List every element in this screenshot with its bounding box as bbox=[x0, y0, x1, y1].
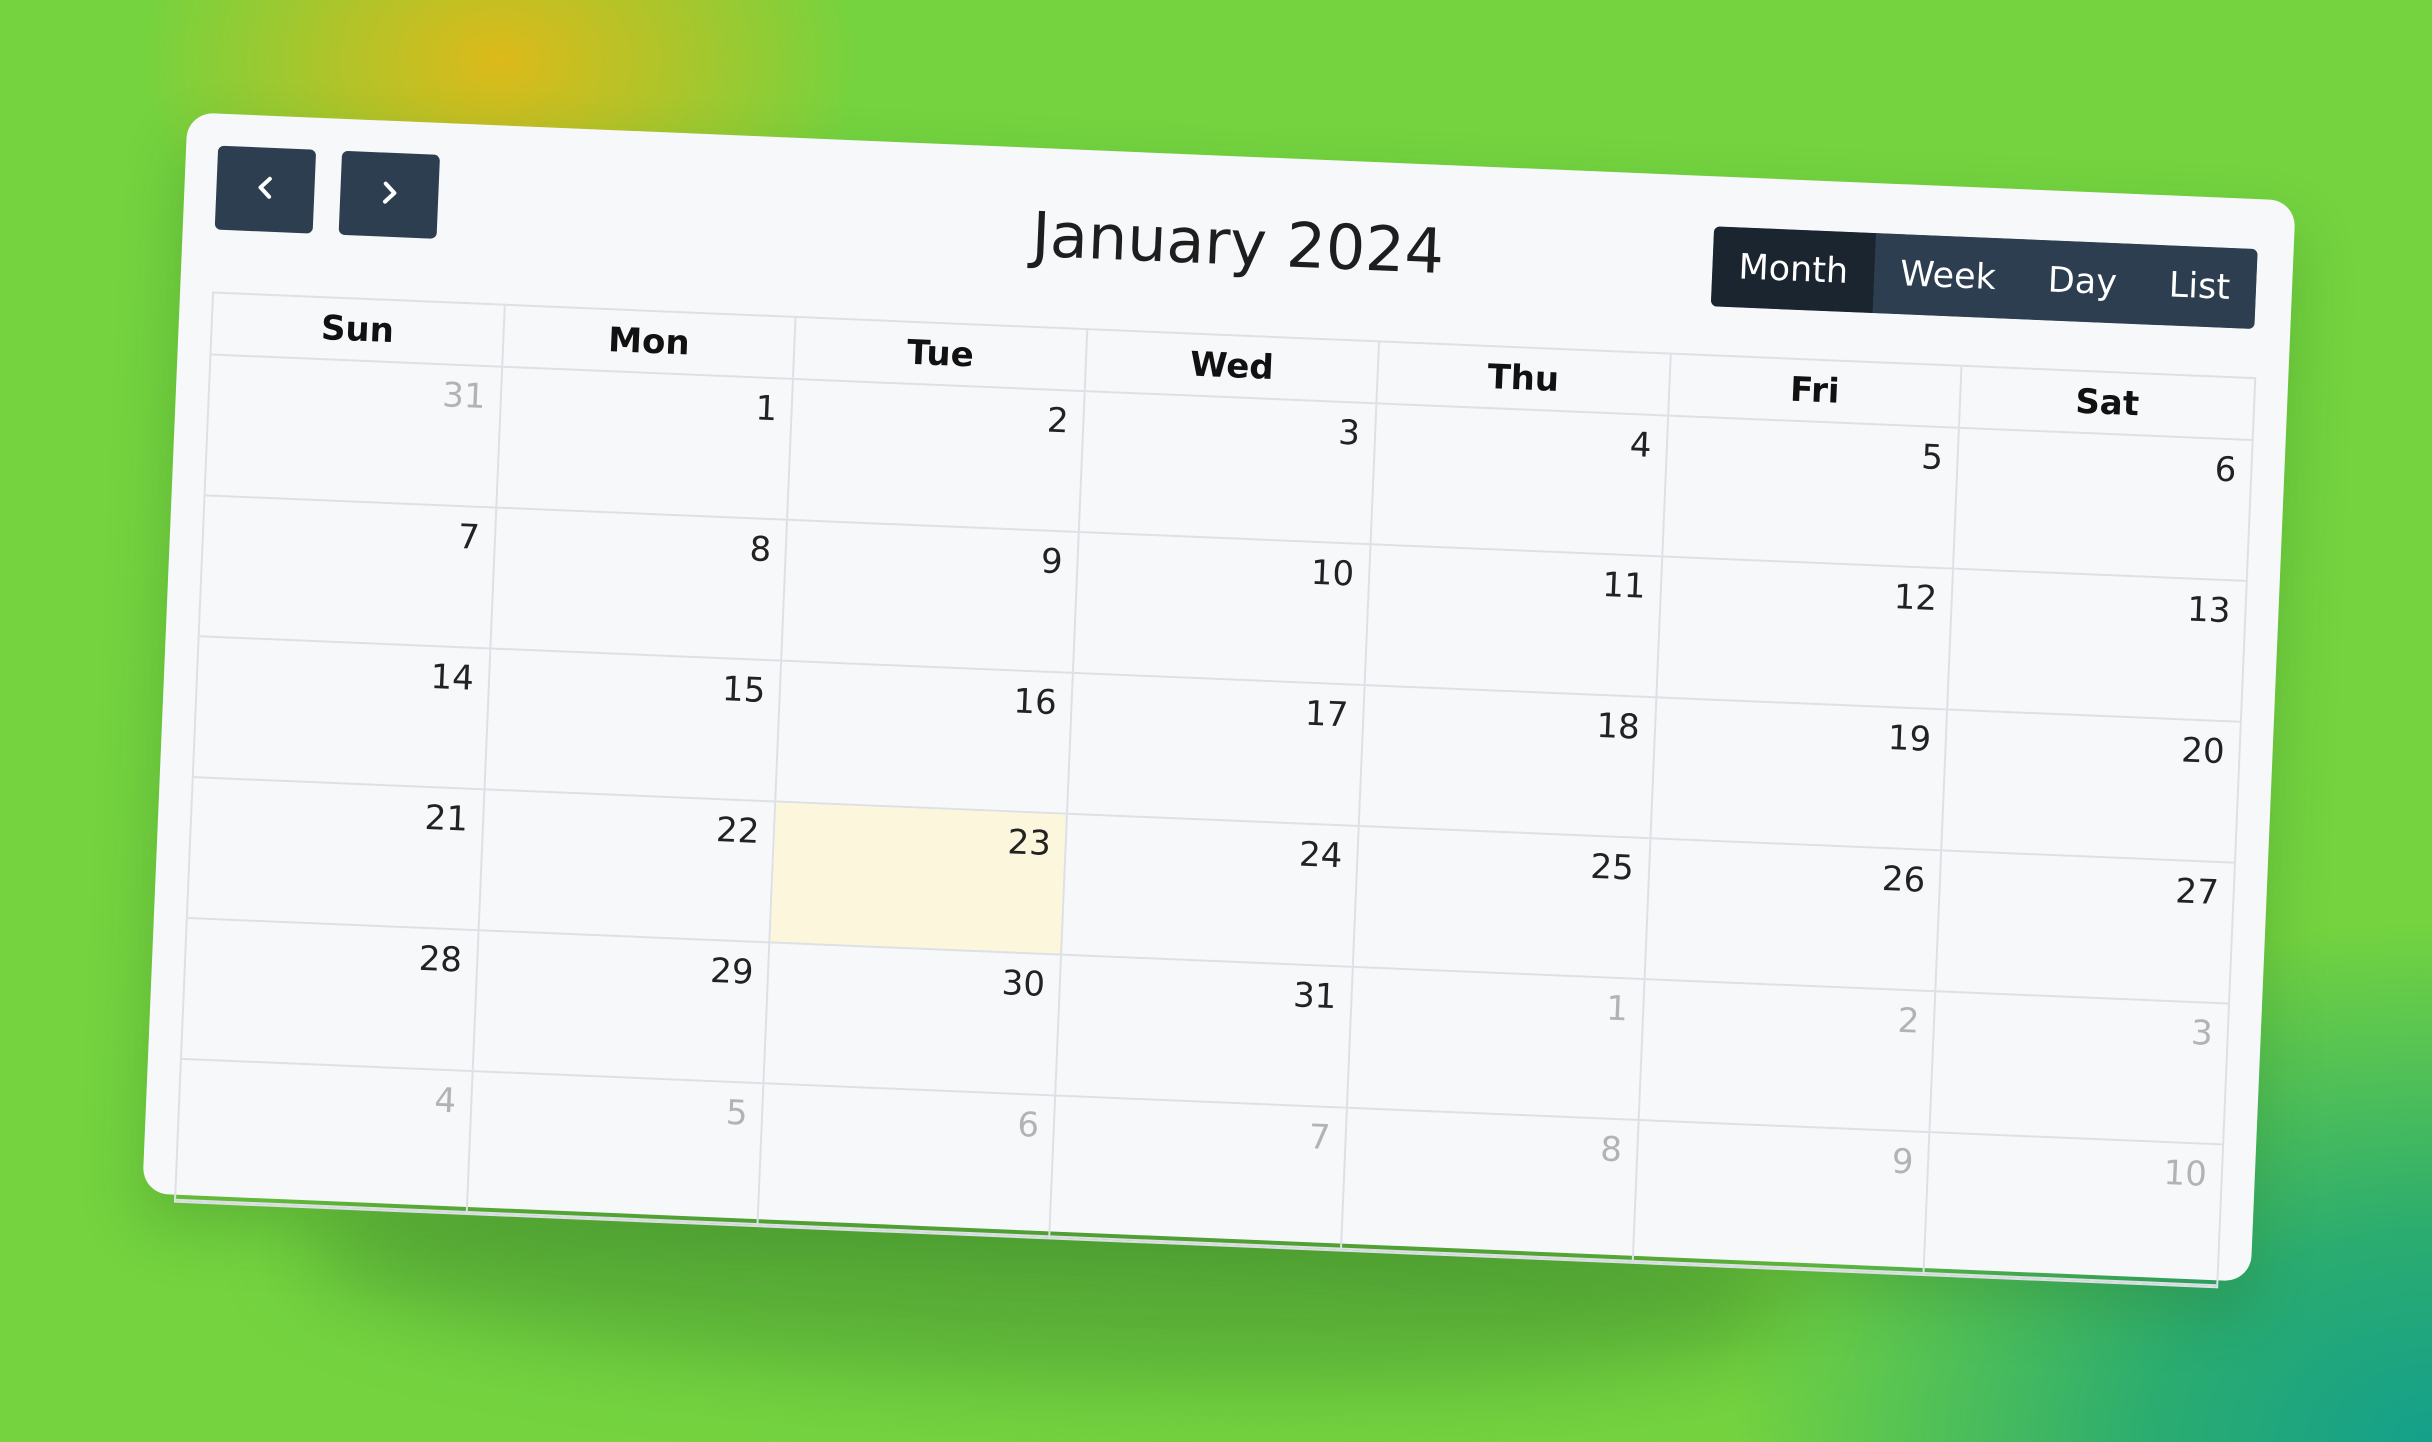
day-cell-other-month[interactable]: 4 bbox=[175, 1059, 474, 1213]
day-number: 8 bbox=[1599, 1129, 1623, 1171]
day-number: 14 bbox=[429, 656, 475, 699]
day-cell[interactable]: 4 bbox=[1371, 404, 1669, 558]
day-cell[interactable]: 5 bbox=[1662, 416, 1961, 570]
day-number: 10 bbox=[1310, 552, 1355, 595]
weekday-mon: Mon bbox=[502, 305, 797, 378]
day-cell[interactable]: 19 bbox=[1650, 698, 1949, 852]
day-cell[interactable]: 2 bbox=[788, 379, 1086, 534]
day-number: 4 bbox=[433, 1080, 457, 1122]
weekday-sun: Sun bbox=[211, 293, 506, 366]
view-day-button[interactable]: Day bbox=[2020, 239, 2145, 325]
day-cell[interactable]: 28 bbox=[181, 919, 480, 1073]
day-number: 9 bbox=[1040, 541, 1064, 583]
day-number: 13 bbox=[2186, 589, 2232, 632]
day-number: 3 bbox=[1337, 412, 1361, 454]
day-number: 22 bbox=[715, 810, 761, 852]
day-number: 10 bbox=[2162, 1152, 2208, 1195]
day-cell[interactable]: 7 bbox=[199, 496, 497, 650]
weekday-sat: Sat bbox=[2074, 381, 2140, 425]
day-number: 29 bbox=[709, 950, 755, 993]
day-number: 6 bbox=[2213, 449, 2238, 491]
day-cell[interactable]: 20 bbox=[1942, 710, 2240, 864]
day-number: 5 bbox=[725, 1092, 749, 1134]
day-number: 28 bbox=[417, 938, 463, 981]
day-cell-today[interactable]: 23 bbox=[770, 802, 1069, 956]
day-number: 24 bbox=[1298, 834, 1344, 877]
day-number: 8 bbox=[748, 529, 773, 571]
day-number: 11 bbox=[1601, 564, 1647, 607]
day-cell[interactable]: 17 bbox=[1068, 673, 1366, 827]
day-cell[interactable]: 15 bbox=[485, 649, 783, 803]
day-number: 18 bbox=[1595, 705, 1641, 748]
day-cell-other-month[interactable]: 31 bbox=[205, 355, 503, 509]
day-number: 7 bbox=[1308, 1117, 1332, 1159]
day-number: 30 bbox=[1000, 963, 1046, 1005]
day-cell[interactable]: 30 bbox=[764, 943, 1063, 1097]
day-number: 12 bbox=[1892, 577, 1938, 619]
day-number: 3 bbox=[2190, 1013, 2214, 1054]
day-cell-other-month[interactable]: 8 bbox=[1341, 1108, 1640, 1262]
day-cell[interactable]: 25 bbox=[1353, 826, 1651, 981]
day-cell-other-month[interactable]: 10 bbox=[1924, 1133, 2223, 1287]
day-number: 20 bbox=[2180, 730, 2226, 773]
day-cell[interactable]: 9 bbox=[782, 520, 1080, 674]
day-number: 7 bbox=[457, 517, 481, 558]
day-number: 17 bbox=[1304, 693, 1350, 736]
day-number: 19 bbox=[1887, 718, 1932, 760]
day-cells: 31 1 2 3 4 5 6 7 8 9 10 11 12 13 14 15 16 17 18 19 20 21 22 23 2… bbox=[175, 355, 2252, 1287]
day-number: 9 bbox=[1890, 1141, 1915, 1183]
day-cell-other-month[interactable]: 2 bbox=[1639, 980, 1937, 1134]
day-cell[interactable]: 1 bbox=[496, 367, 795, 521]
day-cell[interactable]: 27 bbox=[1936, 851, 2234, 1005]
view-list-button[interactable]: List bbox=[2141, 244, 2258, 330]
day-number: 21 bbox=[423, 797, 469, 840]
day-cell[interactable]: 13 bbox=[1948, 569, 2246, 723]
day-number: 2 bbox=[1896, 1000, 1921, 1042]
day-cell[interactable]: 26 bbox=[1645, 839, 1943, 993]
day-number: 2 bbox=[1046, 400, 1070, 442]
view-month-button[interactable]: Month bbox=[1710, 226, 1876, 314]
day-cell[interactable]: 29 bbox=[473, 931, 771, 1085]
day-cell[interactable]: 6 bbox=[1954, 428, 2252, 582]
day-number: 31 bbox=[441, 375, 487, 418]
day-cell[interactable]: 21 bbox=[187, 778, 486, 932]
weekday-tue: Tue bbox=[794, 317, 1089, 391]
day-cell[interactable]: 18 bbox=[1359, 686, 1657, 840]
day-number: 31 bbox=[1292, 975, 1338, 1018]
day-cell-other-month[interactable]: 5 bbox=[467, 1072, 765, 1226]
weekday-fri: Fri bbox=[1668, 354, 1963, 427]
day-cell[interactable]: 11 bbox=[1365, 545, 1663, 699]
day-number: 6 bbox=[1016, 1104, 1040, 1146]
day-number: 26 bbox=[1881, 858, 1927, 901]
day-number: 5 bbox=[1920, 437, 1944, 479]
month-grid: Sun Mon Tue Wed Thu Fri Sat 31 1 2 3 4 5 6 7 8 9 1… bbox=[173, 291, 2257, 1289]
day-number: 1 bbox=[754, 388, 778, 430]
view-switcher: Month Week Day List bbox=[1710, 226, 2258, 330]
day-cell[interactable]: 31 bbox=[1056, 955, 1354, 1109]
day-number: 4 bbox=[1628, 425, 1653, 466]
day-cell[interactable]: 14 bbox=[193, 637, 492, 791]
day-cell-other-month[interactable]: 3 bbox=[1930, 992, 2229, 1146]
weekday-thu: Thu bbox=[1377, 342, 1672, 415]
day-number: 15 bbox=[721, 669, 767, 711]
day-cell-other-month[interactable]: 1 bbox=[1347, 967, 1646, 1121]
calendar-card: January 2024 Month Week Day List Sun Mon… bbox=[142, 112, 2296, 1289]
day-cell[interactable]: 3 bbox=[1079, 392, 1378, 546]
day-cell-other-month[interactable]: 6 bbox=[758, 1084, 1057, 1238]
view-week-button[interactable]: Week bbox=[1872, 233, 2024, 320]
weekday-wed: Wed bbox=[1085, 330, 1380, 403]
day-number: 1 bbox=[1605, 988, 1629, 1030]
day-cell[interactable]: 16 bbox=[776, 661, 1074, 815]
day-cell[interactable]: 22 bbox=[479, 790, 777, 944]
day-number: 27 bbox=[2174, 871, 2220, 914]
day-cell[interactable]: 12 bbox=[1656, 557, 1955, 711]
day-number: 25 bbox=[1589, 846, 1635, 889]
day-cell-other-month[interactable]: 9 bbox=[1633, 1120, 1931, 1275]
day-number: 23 bbox=[1006, 822, 1052, 865]
day-cell[interactable]: 24 bbox=[1062, 814, 1360, 968]
day-cell[interactable]: 8 bbox=[491, 508, 789, 662]
day-number: 16 bbox=[1012, 681, 1058, 724]
day-cell[interactable]: 10 bbox=[1073, 533, 1372, 687]
day-cell-other-month[interactable]: 7 bbox=[1050, 1096, 1348, 1250]
